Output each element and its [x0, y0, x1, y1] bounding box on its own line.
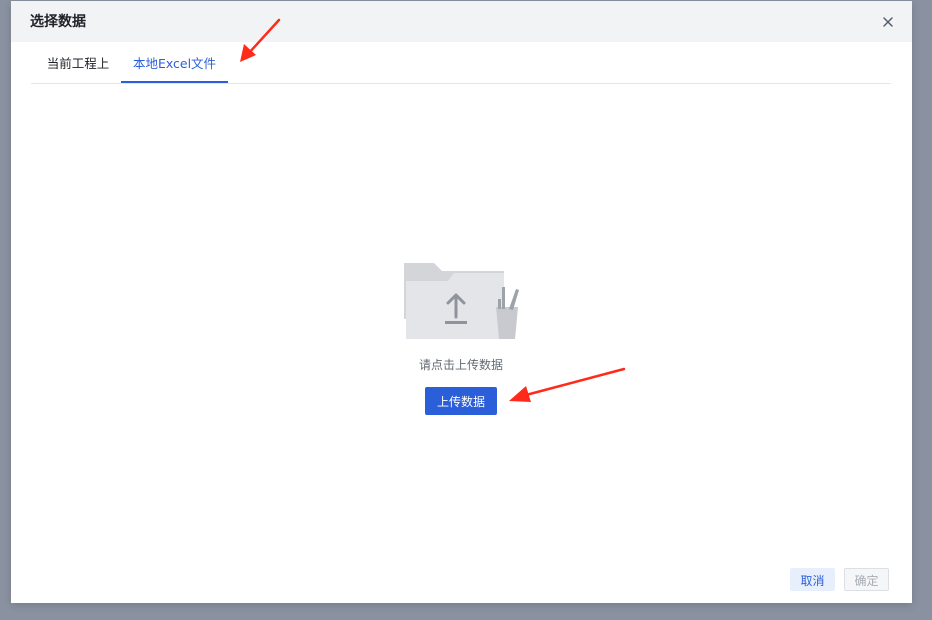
dialog-header: 选择数据: [11, 1, 912, 42]
tab-bar: 当前工程上 本地Excel文件: [31, 42, 891, 84]
confirm-button[interactable]: 确定: [844, 568, 889, 591]
folder-upload-icon: [404, 259, 522, 343]
upload-hint-text: 请点击上传数据: [418, 358, 503, 372]
close-icon[interactable]: [878, 12, 898, 32]
select-data-dialog: 选择数据 当前工程上 本地Excel文件 请点击上传数据 上传数据 取消 确定: [11, 1, 912, 603]
cancel-button[interactable]: 取消: [790, 568, 835, 591]
tab-current-project[interactable]: 当前工程上: [39, 42, 117, 82]
tab-local-excel[interactable]: 本地Excel文件: [121, 42, 228, 83]
tab-local-excel-label: 本地Excel文件: [132, 56, 217, 71]
active-tab-indicator: [121, 81, 228, 83]
dialog-title: 选择数据: [30, 14, 86, 30]
upload-data-button[interactable]: 上传数据: [425, 387, 497, 415]
